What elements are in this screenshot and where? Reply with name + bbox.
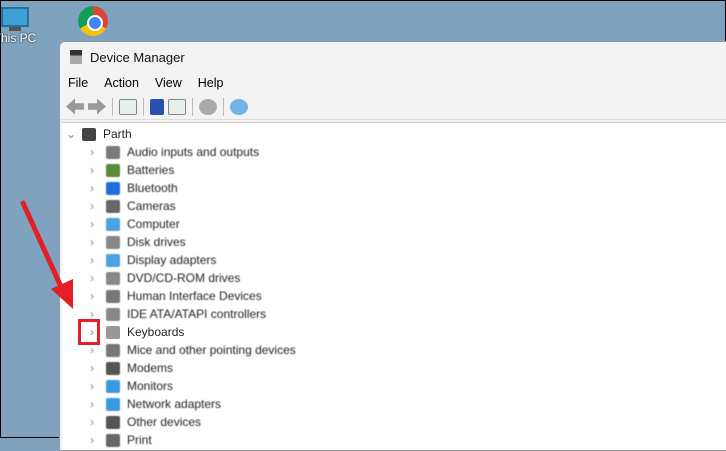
red-arrow xyxy=(20,200,73,309)
